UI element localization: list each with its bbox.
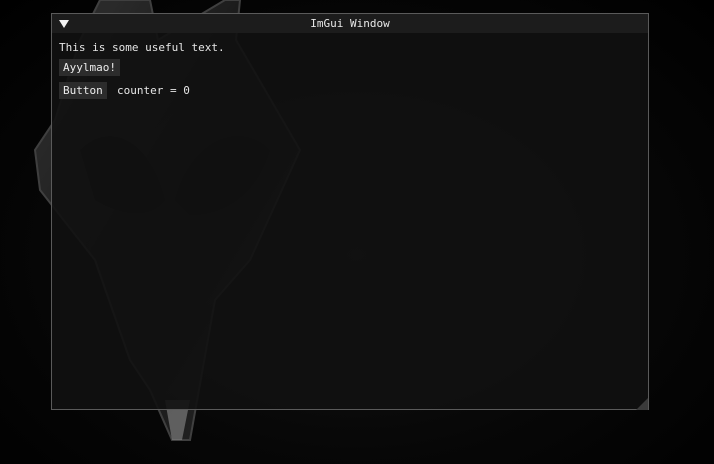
ayylmao-button[interactable]: Ayylmao! — [59, 59, 120, 76]
game-scene: ImGui Window This is some useful text. A… — [0, 0, 714, 464]
resize-grip-icon[interactable] — [636, 397, 648, 410]
counter-button[interactable]: Button — [59, 82, 107, 99]
imgui-window[interactable]: ImGui Window This is some useful text. A… — [51, 13, 649, 410]
useful-text: This is some useful text. — [59, 41, 225, 54]
window-titlebar[interactable]: ImGui Window — [52, 14, 648, 33]
window-title: ImGui Window — [310, 17, 390, 30]
counter-label: counter = 0 — [117, 84, 190, 97]
